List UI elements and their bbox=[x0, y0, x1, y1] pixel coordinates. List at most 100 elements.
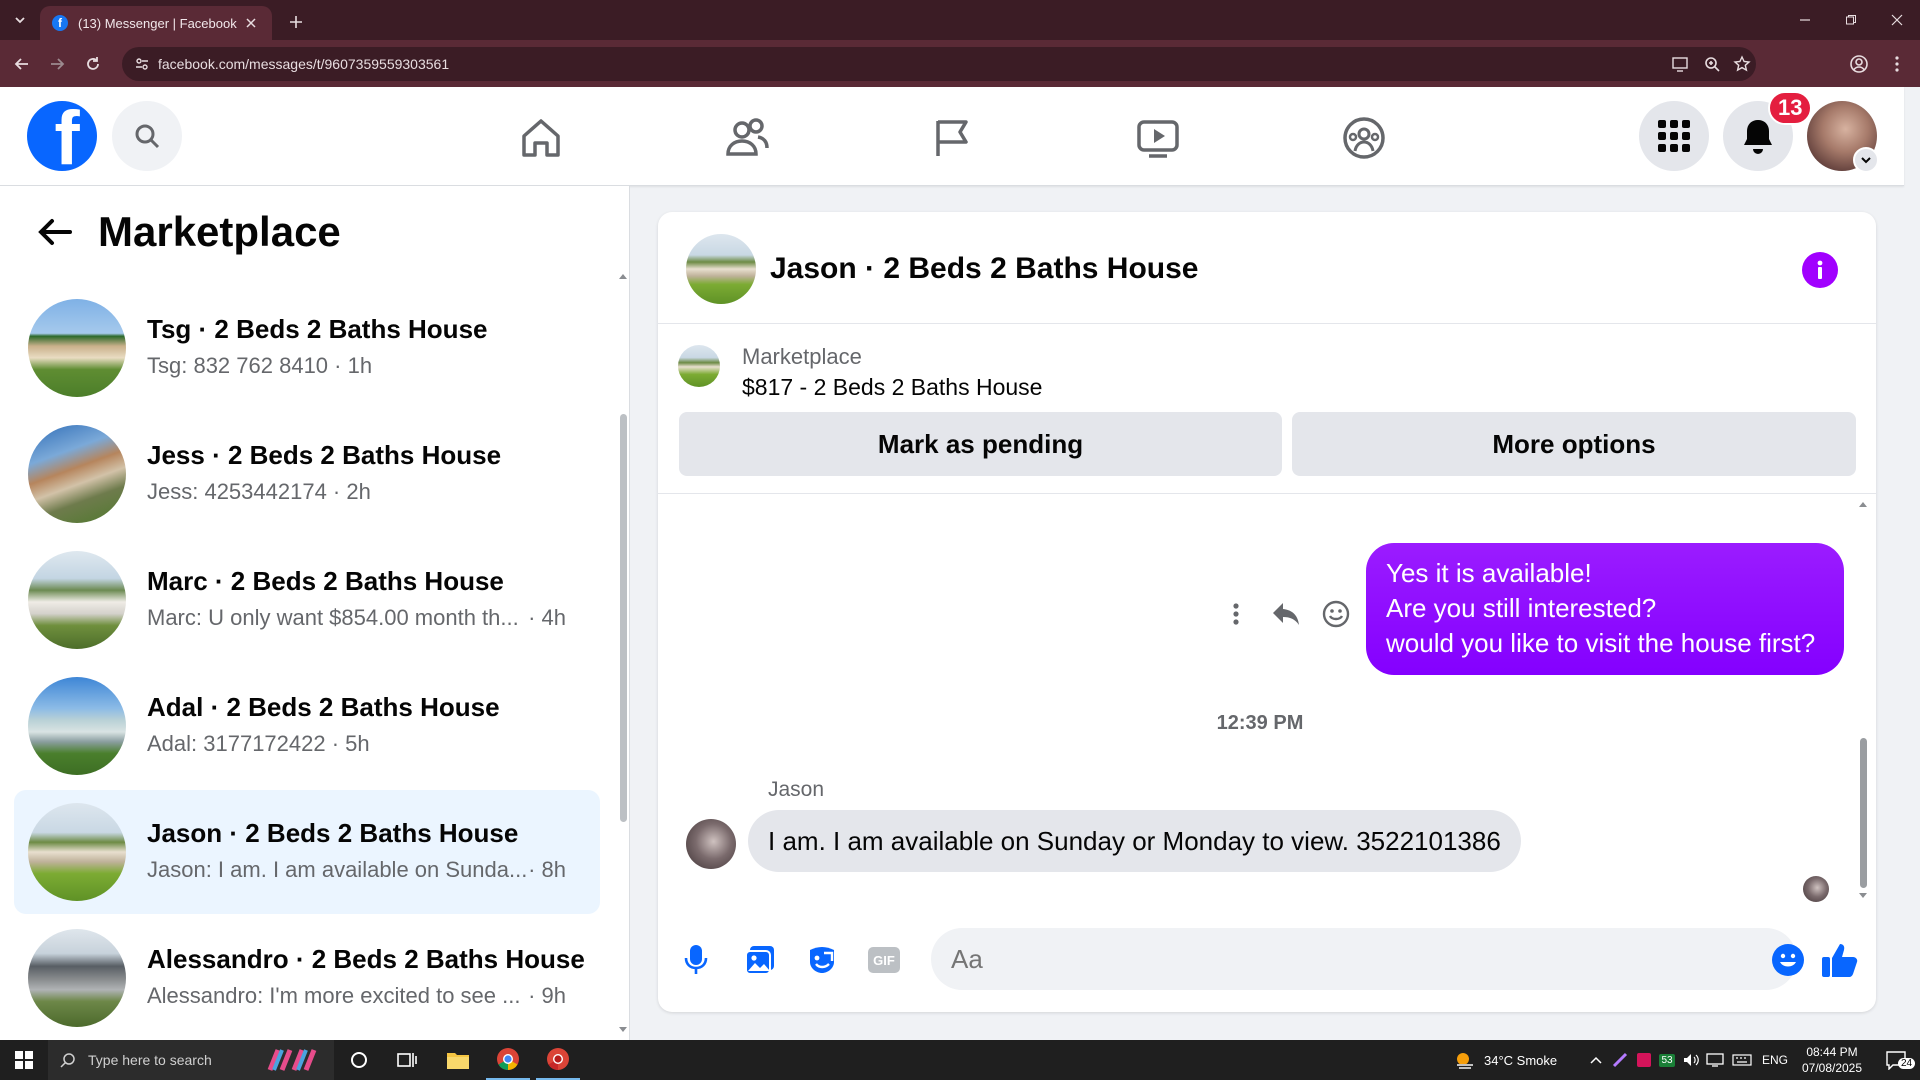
back-button[interactable] bbox=[7, 49, 37, 79]
sticker-icon bbox=[810, 947, 834, 973]
cast-icon[interactable] bbox=[1664, 47, 1696, 81]
weather-text[interactable]: 34°C Smoke bbox=[1484, 1040, 1557, 1080]
facebook-top-nav: f 13 bbox=[0, 87, 1904, 186]
menu-button[interactable] bbox=[1639, 101, 1709, 171]
conversation-name: Marc · 2 Beds 2 Baths House bbox=[147, 566, 504, 596]
clock-date: 07/08/2025 bbox=[1801, 1061, 1863, 1075]
message-input[interactable] bbox=[931, 928, 1797, 990]
pages-tab[interactable] bbox=[911, 107, 993, 169]
pen-tray-icon[interactable] bbox=[1610, 1040, 1630, 1080]
scroll-down-icon bbox=[1859, 893, 1867, 898]
volume-icon[interactable] bbox=[1680, 1040, 1702, 1080]
browser-menu-button[interactable] bbox=[1882, 49, 1912, 79]
site-info-icon[interactable] bbox=[132, 54, 152, 74]
language-indicator[interactable]: ENG bbox=[1762, 1040, 1788, 1080]
gif-icon: GIF bbox=[868, 947, 900, 973]
groups-tab[interactable] bbox=[1323, 107, 1405, 169]
chat-scrollbar[interactable] bbox=[1856, 498, 1870, 904]
gif-button[interactable]: GIF bbox=[860, 936, 908, 984]
sidebar-scroll-thumb[interactable] bbox=[620, 414, 627, 822]
conversation-name: Jess · 2 Beds 2 Baths House bbox=[147, 440, 502, 470]
friends-tab[interactable] bbox=[706, 107, 788, 169]
groups-icon bbox=[1343, 117, 1385, 159]
new-tab-button[interactable] bbox=[282, 8, 310, 36]
conversation-item[interactable]: Tsg · 2 Beds 2 Baths House Tsg: 832 762 … bbox=[14, 286, 600, 410]
chrome-taskbar-button[interactable] bbox=[486, 1040, 530, 1080]
facebook-search-button[interactable] bbox=[112, 101, 182, 171]
attach-media-button[interactable] bbox=[736, 936, 784, 984]
close-icon bbox=[1891, 14, 1903, 26]
file-explorer-button[interactable] bbox=[438, 1040, 478, 1080]
emoji-button[interactable] bbox=[1764, 936, 1812, 984]
keyboard-icon[interactable] bbox=[1730, 1040, 1754, 1080]
video-tab[interactable] bbox=[1117, 107, 1199, 169]
info-icon[interactable] bbox=[1802, 252, 1838, 288]
sender-avatar[interactable] bbox=[686, 819, 736, 869]
browser-tab[interactable]: f (13) Messenger | Facebook bbox=[40, 6, 272, 40]
conversation-item[interactable]: Alessandro · 2 Beds 2 Baths House Alessa… bbox=[14, 916, 600, 1040]
forward-button[interactable] bbox=[42, 49, 72, 79]
sidebar-scrollbar[interactable] bbox=[617, 186, 629, 1040]
bookmark-star-icon[interactable] bbox=[1726, 47, 1758, 81]
zoom-icon[interactable] bbox=[1696, 47, 1728, 81]
listing-thumbnail bbox=[28, 551, 126, 649]
react-button[interactable] bbox=[1312, 590, 1360, 638]
conversation-item[interactable]: Marc · 2 Beds 2 Baths House Marc: U only… bbox=[14, 538, 600, 662]
reload-icon bbox=[87, 57, 99, 70]
back-arrow-button[interactable] bbox=[30, 210, 80, 254]
like-send-button[interactable] bbox=[1816, 936, 1864, 984]
sticker-button[interactable] bbox=[798, 936, 846, 984]
minimize-button[interactable] bbox=[1782, 0, 1828, 40]
taskbar-search-box[interactable]: Type here to search bbox=[48, 1040, 334, 1080]
facebook-logo[interactable]: f bbox=[27, 101, 97, 171]
app-tray-icon[interactable] bbox=[1634, 1040, 1654, 1080]
home-tab[interactable] bbox=[500, 107, 582, 169]
chat-listing-avatar[interactable] bbox=[686, 234, 756, 304]
account-menu-chevron[interactable] bbox=[1853, 147, 1879, 173]
tab-close-icon[interactable] bbox=[242, 14, 260, 32]
outgoing-message-line: Are you still interested? bbox=[1386, 593, 1657, 623]
weather-icon[interactable] bbox=[1452, 1040, 1478, 1080]
listing-thumbnail bbox=[28, 803, 126, 901]
reply-button[interactable] bbox=[1262, 590, 1310, 638]
more-options-button[interactable]: More options bbox=[1292, 412, 1856, 476]
close-window-button[interactable] bbox=[1874, 0, 1920, 40]
network-icon[interactable] bbox=[1704, 1040, 1726, 1080]
listing-thumbnail bbox=[28, 929, 126, 1027]
clock[interactable]: 08:44 PM 07/08/2025 bbox=[1800, 1040, 1864, 1080]
incoming-message-bubble[interactable]: I am. I am available on Sunday or Monday… bbox=[748, 810, 1521, 872]
tab-search-button[interactable] bbox=[6, 6, 34, 34]
more-message-actions-button[interactable] bbox=[1212, 590, 1260, 638]
restore-button[interactable] bbox=[1828, 0, 1874, 40]
chat-title[interactable]: Jason · 2 Beds 2 Baths House bbox=[770, 252, 1198, 286]
start-button[interactable] bbox=[0, 1040, 48, 1080]
conversation-preview: Adal: 3177172422 · 5h bbox=[147, 731, 370, 756]
address-bar[interactable]: facebook.com/messages/t/9607359559303561 bbox=[122, 47, 1756, 81]
listing-thumbnail[interactable] bbox=[678, 345, 720, 387]
chrome-profile-taskbar-button[interactable] bbox=[536, 1040, 580, 1080]
conversation-item[interactable]: Adal · 2 Beds 2 Baths House Adal: 317717… bbox=[14, 664, 600, 788]
grid-menu-icon bbox=[1658, 120, 1690, 152]
conversation-item-active[interactable]: Jason · 2 Beds 2 Baths House Jason: I am… bbox=[14, 790, 600, 914]
incoming-sender-name: Jason bbox=[768, 778, 825, 801]
conversation-name: Tsg · 2 Beds 2 Baths House bbox=[147, 314, 488, 344]
arrow-left-icon bbox=[14, 58, 28, 70]
notification-badge: 13 bbox=[1768, 91, 1813, 125]
show-hidden-icons-button[interactable] bbox=[1586, 1040, 1606, 1080]
conversation-item[interactable]: Jess · 2 Beds 2 Baths House Jess: 425344… bbox=[14, 412, 600, 536]
chevron-up-icon bbox=[1590, 1056, 1602, 1064]
profile-menu-button[interactable] bbox=[1844, 49, 1874, 79]
chat-scroll-thumb[interactable] bbox=[1860, 738, 1867, 888]
tray-badge-icon[interactable]: 53 bbox=[1656, 1040, 1678, 1080]
outgoing-message-bubble[interactable]: Yes it is available! Are you still inter… bbox=[1366, 543, 1844, 675]
mark-as-pending-button[interactable]: Mark as pending bbox=[679, 412, 1282, 476]
listing-title[interactable]: $817 - 2 Beds 2 Baths House bbox=[742, 374, 1042, 401]
cortana-button[interactable] bbox=[342, 1040, 376, 1080]
message-timestamp: 12:39 PM bbox=[1216, 712, 1304, 734]
windows-taskbar: Type here to search 34°C Smoke 53 ENG 08… bbox=[0, 1040, 1920, 1080]
task-view-button[interactable] bbox=[390, 1040, 424, 1080]
action-center-button[interactable]: 24 bbox=[1876, 1040, 1916, 1080]
circle-icon bbox=[351, 1052, 367, 1068]
voice-clip-button[interactable] bbox=[672, 936, 720, 984]
reload-button[interactable] bbox=[78, 49, 108, 79]
